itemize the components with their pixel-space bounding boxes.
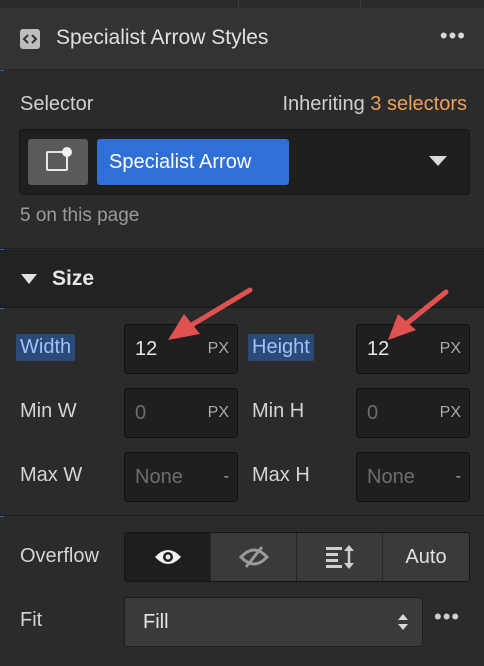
selector-label: Selector <box>20 93 94 115</box>
panel-title: Specialist Arrow Styles <box>56 26 269 49</box>
width-unit[interactable]: PX <box>208 340 229 358</box>
selector-section: Selector Inheriting 3 selectors Speciali… <box>0 71 484 249</box>
chevron-down-icon[interactable] <box>429 156 447 166</box>
top-tab[interactable] <box>360 0 484 8</box>
top-tab-strip <box>0 0 484 8</box>
width-label[interactable]: Width <box>16 334 76 361</box>
min-height-label[interactable]: Min H <box>252 400 304 423</box>
eye-off-icon <box>239 546 269 568</box>
max-height-unit[interactable]: - <box>456 468 461 486</box>
height-input[interactable]: 12 PX <box>356 324 470 374</box>
inheriting-text: Inheriting 3 selectors <box>282 93 467 116</box>
min-width-input[interactable]: 0 PX <box>124 388 238 438</box>
max-width-label[interactable]: Max W <box>20 464 82 487</box>
min-height-value: 0 <box>367 402 379 424</box>
selector-field[interactable]: Specialist Arrow <box>19 129 470 195</box>
overflow-auto-button[interactable]: Auto <box>383 533 469 581</box>
height-unit[interactable]: PX <box>440 340 461 358</box>
max-height-value: None <box>367 466 415 488</box>
width-value: 12 <box>135 338 158 360</box>
fit-select[interactable]: Fill <box>124 597 423 647</box>
scroll-icon <box>326 545 354 569</box>
eye-icon <box>155 550 181 564</box>
max-height-label[interactable]: Max H <box>252 464 310 487</box>
max-width-value: None <box>135 466 183 488</box>
height-value: 12 <box>367 338 390 360</box>
min-height-unit[interactable]: PX <box>440 404 461 422</box>
inheriting-selectors-link[interactable]: 3 selectors <box>370 93 467 115</box>
min-width-value: 0 <box>135 402 147 424</box>
size-section-label: Size <box>52 267 95 290</box>
size-section-header[interactable]: Size <box>0 250 484 308</box>
width-input[interactable]: 12 PX <box>124 324 238 374</box>
overflow-scroll-button[interactable] <box>297 533 383 581</box>
height-label[interactable]: Height <box>248 334 314 361</box>
panel-header: Specialist Arrow Styles ••• <box>0 8 484 70</box>
overflow-segmented-control[interactable]: Auto <box>124 532 470 582</box>
size-section-body: Width 12 PX Height 12 PX Min W 0 PX Min … <box>0 309 484 516</box>
overflow-visible-button[interactable] <box>125 533 211 581</box>
style-selector-icon[interactable] <box>28 139 88 185</box>
max-width-unit[interactable]: - <box>224 468 229 486</box>
top-tab[interactable] <box>118 0 239 8</box>
min-width-unit[interactable]: PX <box>208 404 229 422</box>
max-width-input[interactable]: None - <box>124 452 238 502</box>
collapse-triangle-icon[interactable] <box>21 274 37 284</box>
overflow-section: Overflow Auto Fit Fill ••• <box>0 517 484 666</box>
fit-label: Fit <box>20 609 43 631</box>
select-arrows-icon <box>398 614 408 630</box>
overflow-hidden-button[interactable] <box>211 533 297 581</box>
class-chip[interactable]: Specialist Arrow <box>97 139 289 185</box>
top-tab[interactable] <box>238 0 361 8</box>
code-embed-icon <box>20 29 40 49</box>
min-height-input[interactable]: 0 PX <box>356 388 470 438</box>
on-page-count: 5 on this page <box>20 205 140 226</box>
min-width-label[interactable]: Min W <box>20 400 77 423</box>
overflow-label: Overflow <box>20 545 99 567</box>
max-height-input[interactable]: None - <box>356 452 470 502</box>
fit-more-options-button[interactable]: ••• <box>434 604 460 630</box>
more-options-button[interactable]: ••• <box>440 23 466 49</box>
inheriting-prefix: Inheriting <box>282 93 365 115</box>
fit-value: Fill <box>143 611 169 633</box>
